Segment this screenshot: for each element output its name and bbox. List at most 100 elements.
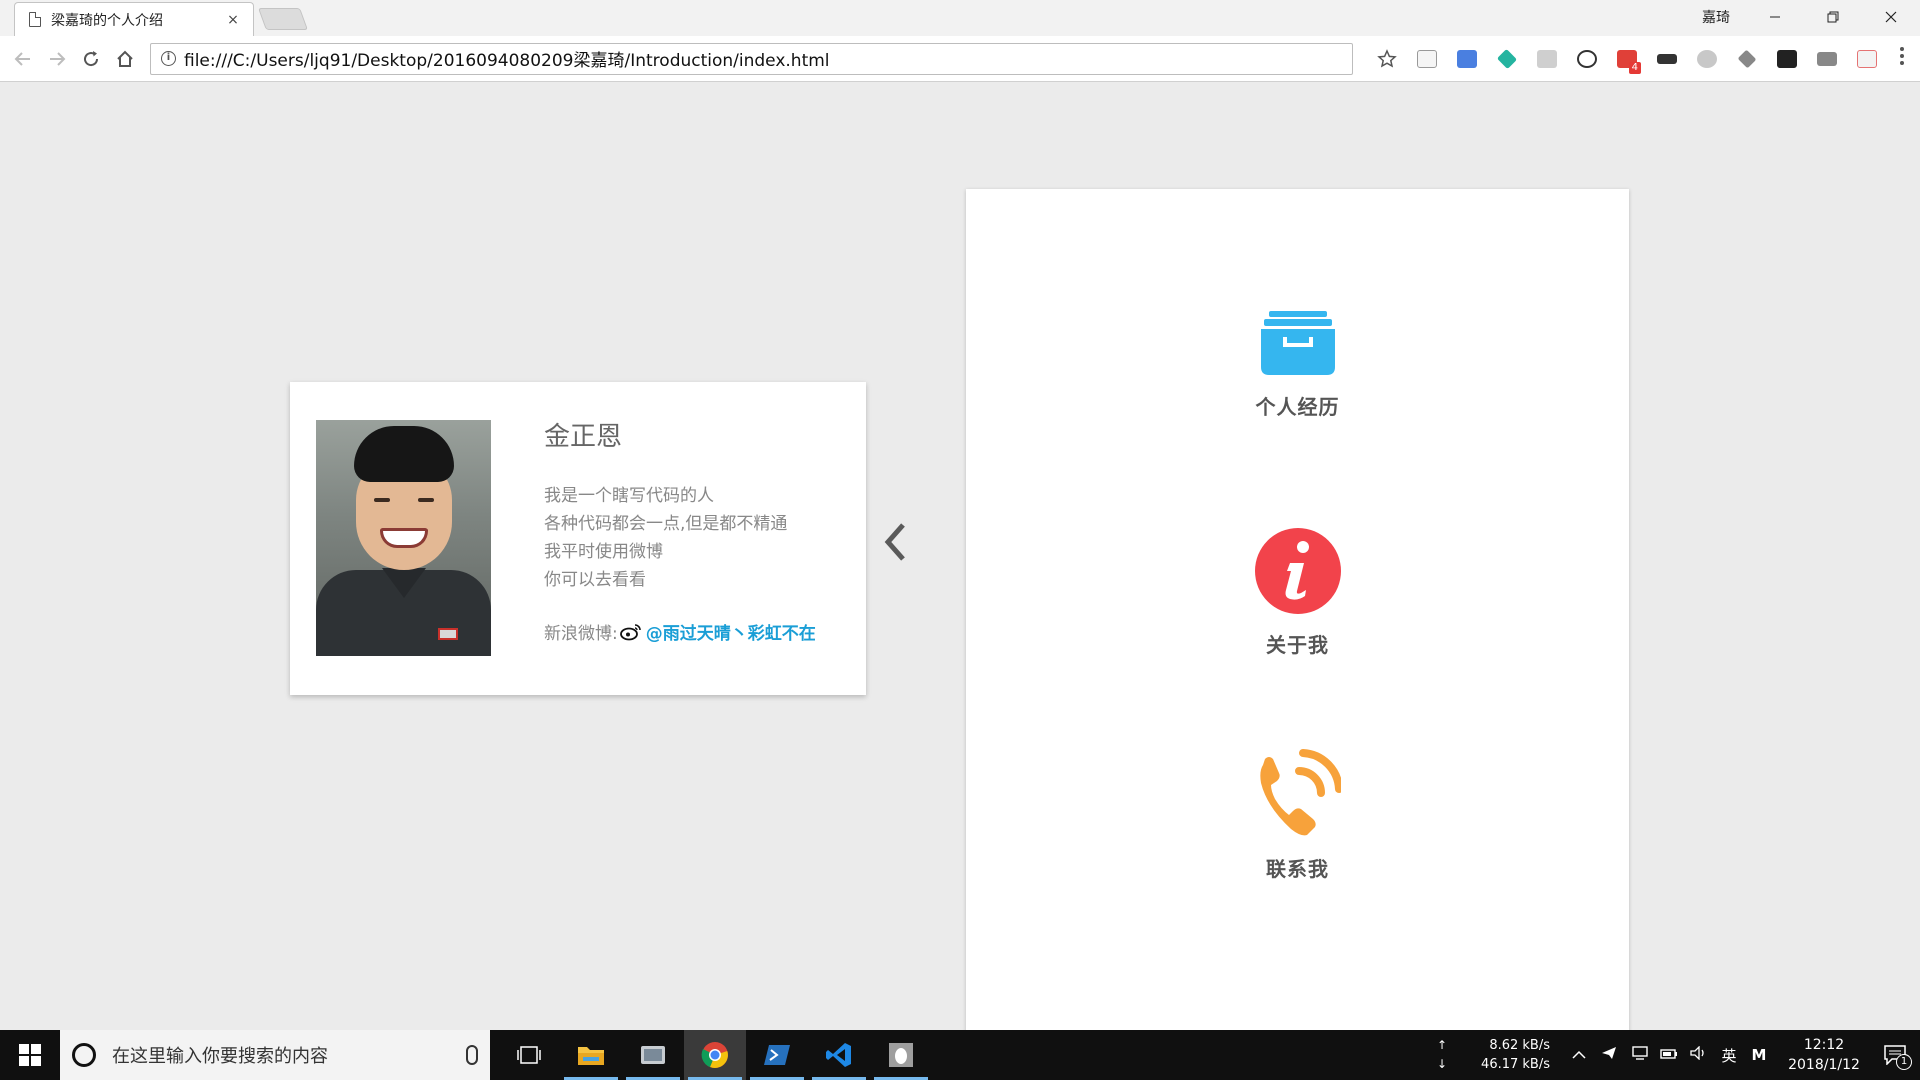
browser-toolbar: i file:///C:/Users/ljq91/Desktop/2016094… [0,36,1920,82]
layers-extension-button[interactable] [1727,42,1767,76]
net-speed: 8.62 kB/s 46.17 kB/s [1481,1036,1550,1074]
cortana-icon[interactable] [72,1043,96,1067]
library-extension-button[interactable] [1767,42,1807,76]
info-icon[interactable]: i [161,51,176,66]
close-window-button[interactable] [1862,0,1920,34]
notification-count-badge: 1 [1896,1054,1912,1070]
home-icon [117,50,133,67]
circle-extension-button[interactable] [1687,42,1727,76]
network-tray-button[interactable] [1624,1046,1654,1064]
photo-viewer-button[interactable] [622,1030,684,1080]
ime-language-button[interactable]: 英 [1714,1045,1744,1066]
show-hidden-icons-button[interactable] [1564,1046,1594,1064]
qq-button[interactable] [870,1030,932,1080]
clock[interactable]: 12:12 2018/1/12 [1778,1035,1870,1075]
tab-close-button[interactable]: × [225,12,241,28]
weibo-icon [619,623,641,640]
side-panel: 个人经历 关于我 联系我 [966,189,1629,1064]
arrow-right-icon [50,51,66,66]
page-viewport: 金正恩 我是一个瞎写代码的人 各种代码都会一点,但是都不精通 我平时使用微博 你… [0,82,1920,1064]
browser-titlebar: 梁嘉琦的个人介绍 × 嘉琦 [0,0,1920,36]
powershell-button[interactable] [746,1030,808,1080]
mail-extension-button[interactable]: 4 [1607,42,1647,76]
upload-arrow-icon: ↑ [1436,1038,1448,1052]
collapse-button[interactable] [880,517,910,567]
menu-item-about[interactable]: 关于我 [966,527,1629,658]
camera-icon [1817,51,1837,66]
weibo-row: 新浪微博: @雨过天晴丶彩虹不在 [544,619,816,644]
menu-item-label: 联系我 [1266,857,1329,881]
menu-item-resume[interactable]: 个人经历 [966,309,1629,420]
circle-icon [1697,49,1717,68]
task-view-icon [517,1046,541,1064]
system-tray: ↑ ↓ 8.62 kB/s 46.17 kB/s 英 M 12:12 2018/… [1437,1030,1920,1080]
restore-button[interactable] [1804,0,1862,34]
chevron-left-icon [884,523,905,561]
url-text[interactable]: file:///C:/Users/ljq91/Desktop/201609408… [184,46,830,71]
close-icon [1885,11,1897,23]
microphone-icon[interactable] [466,1045,478,1065]
bookmark-star-button[interactable] [1367,42,1407,76]
layers-icon [1737,49,1757,68]
back-button[interactable] [6,42,40,76]
telegram-tray-button[interactable] [1594,1046,1624,1064]
start-button[interactable] [0,1030,60,1080]
reload-button[interactable] [74,42,108,76]
battery-tray-button[interactable] [1654,1046,1684,1064]
translate-icon [1457,49,1477,68]
chrome-button[interactable] [684,1030,746,1080]
restore-icon [1827,11,1839,23]
windows-logo-icon [19,1044,41,1066]
menu-item-label: 个人经历 [1255,395,1340,419]
extension-icons: 4 [1367,42,1917,76]
task-view-button[interactable] [498,1030,560,1080]
profile-name[interactable]: 嘉琦 [1702,7,1730,27]
qq-icon [889,1043,913,1067]
browser-menu-button[interactable] [1887,46,1917,71]
window-controls [1746,0,1920,34]
search-placeholder[interactable]: 在这里输入你要搜索的内容 [112,1042,466,1068]
address-bar[interactable]: i file:///C:/Users/ljq91/Desktop/2016094… [150,42,1353,75]
vpn-extension-button[interactable] [1487,42,1527,76]
weibo-link[interactable]: @雨过天晴丶彩虹不在 [646,619,816,644]
minimize-icon [1770,16,1780,18]
reload-icon [84,50,99,66]
calendar-extension-button[interactable] [1847,42,1887,76]
arrow-left-icon [14,51,30,66]
incognito-extension-button[interactable] [1647,42,1687,76]
file-explorer-icon [578,1047,604,1065]
star-icon [1377,48,1397,67]
menu-item-contact[interactable]: 联系我 [966,749,1629,882]
menu-item-label: 关于我 [1266,633,1329,657]
profile-name-heading: 金正恩 [544,422,623,452]
download-speed: 46.17 kB/s [1481,1057,1550,1072]
bio-line: 你可以去看看 [544,570,646,590]
forward-button[interactable] [40,42,74,76]
volume-icon [1690,1045,1704,1061]
paw-extension-button[interactable] [1527,42,1567,76]
volume-tray-button[interactable] [1684,1045,1714,1064]
battery-icon [1660,1049,1677,1059]
bio-line: 我平时使用微博 [544,542,663,562]
ime-mode-button[interactable]: M [1744,1046,1774,1064]
home-button[interactable] [108,42,142,76]
weibo-label: 新浪微博: [544,624,618,644]
powershell-icon [764,1045,790,1065]
taskbar-search[interactable]: 在这里输入你要搜索的内容 [60,1030,490,1080]
new-tab-button[interactable] [257,8,309,30]
tab-title: 梁嘉琦的个人介绍 [51,12,163,29]
file-explorer-button[interactable] [560,1030,622,1080]
calendar-icon [1857,49,1877,68]
browser-tab[interactable]: 梁嘉琦的个人介绍 × [14,2,254,36]
translate-extension-button[interactable] [1447,42,1487,76]
reader-extension-button[interactable] [1407,42,1447,76]
minimize-button[interactable] [1746,0,1804,34]
vscode-button[interactable] [808,1030,870,1080]
page-icon [29,12,41,27]
action-center-button[interactable]: 1 [1870,1030,1920,1080]
screenshot-extension-button[interactable] [1807,42,1847,76]
cat-extension-button[interactable] [1567,42,1607,76]
archive-box-icon [1260,311,1335,375]
chevron-up-icon [1572,1050,1586,1059]
more-vertical-icon [1900,47,1904,65]
